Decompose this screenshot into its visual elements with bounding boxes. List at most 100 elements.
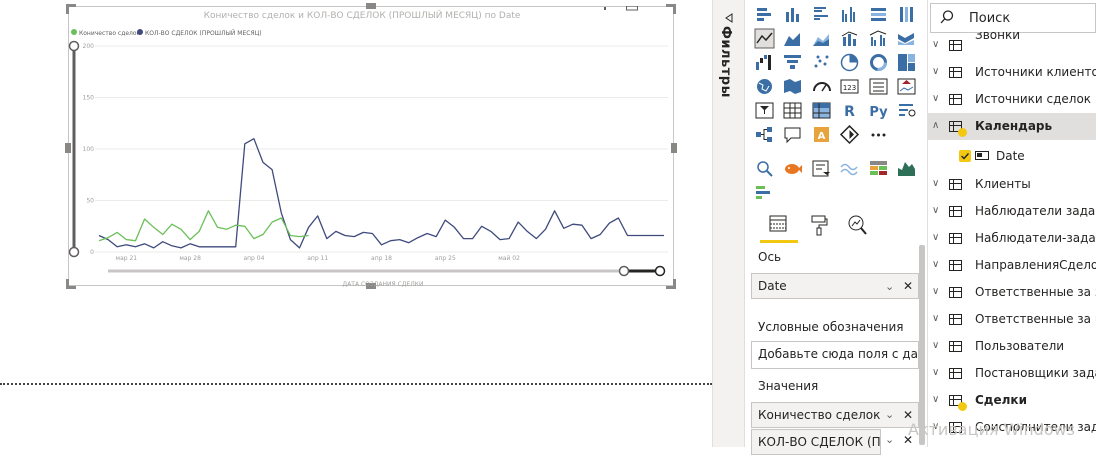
- axis-field-label: Date: [758, 279, 787, 293]
- area-chart-icon[interactable]: [782, 27, 804, 49]
- field-table-row[interactable]: ∨ Источники сделок: [928, 86, 1096, 113]
- chevron-down-icon[interactable]: ∨: [932, 340, 939, 351]
- field-table-row[interactable]: ∨ Звонки: [928, 32, 1096, 59]
- field-table-row[interactable]: ∨ Источники клиентов: [928, 59, 1096, 86]
- table-icon: [949, 341, 962, 352]
- table-icon: [949, 206, 962, 217]
- smart-narrative-icon[interactable]: A: [810, 123, 832, 145]
- viz-pane-scrollbar[interactable]: [919, 245, 925, 445]
- chevron-down-icon[interactable]: ∨: [932, 394, 939, 405]
- fields-grid-icon[interactable]: [767, 214, 789, 234]
- field-table-row[interactable]: ∨ НаправленияСделок: [928, 252, 1096, 279]
- y-zoom-handle-top[interactable]: [68, 40, 80, 52]
- filters-label[interactable]: Фильтры: [718, 26, 733, 98]
- legend-drop-zone[interactable]: Добавьте сюда поля с дан...: [751, 341, 919, 369]
- gauge-icon[interactable]: [810, 75, 832, 97]
- text-filter-icon[interactable]: [810, 157, 832, 179]
- x-zoom-handle-left[interactable]: [618, 265, 630, 277]
- chevron-up-icon[interactable]: ∧: [932, 120, 939, 131]
- python-visual-icon[interactable]: Py: [867, 99, 889, 121]
- field-label: Пользователи: [975, 339, 1065, 353]
- waterfall-chart-icon[interactable]: [753, 51, 775, 73]
- x-zoom-handle-right[interactable]: [654, 265, 666, 277]
- area-dark-icon[interactable]: [896, 157, 918, 179]
- magnifier-chart-icon[interactable]: [846, 214, 868, 236]
- chevron-down-icon[interactable]: ⌄: [885, 280, 894, 293]
- field-table-row[interactable]: ∨ Сделки: [928, 387, 1096, 414]
- r-visual-icon[interactable]: R: [839, 99, 861, 121]
- report-canvas[interactable]: Коничество сделок и КОЛ-ВО СДЕЛОК (ПРОШЛ…: [0, 0, 712, 447]
- field-table-row[interactable]: ∨ Ответственные за кли: [928, 306, 1096, 333]
- chevron-down-icon[interactable]: ∨: [932, 313, 939, 324]
- values-field-chip-2[interactable]: КОЛ-ВО СДЕЛОК (ПРО: [751, 429, 881, 455]
- field-table-row[interactable]: ∨ Наблюдатели-задачи: [928, 225, 1096, 252]
- filled-map-icon[interactable]: [782, 75, 804, 97]
- field-table-row[interactable]: ∨ Клиенты: [928, 171, 1096, 198]
- clustered-bar-icon[interactable]: [810, 3, 832, 25]
- treemap-icon[interactable]: [896, 51, 918, 73]
- key-influencers-icon[interactable]: [896, 99, 918, 121]
- power-apps-icon[interactable]: [839, 123, 861, 145]
- y-zoom-handle-bottom[interactable]: [68, 246, 80, 258]
- line-clustered-icon[interactable]: [867, 27, 889, 49]
- chevron-down-icon[interactable]: ∨: [932, 178, 939, 189]
- x-zoom-slider[interactable]: [108, 265, 666, 277]
- wave-visual-icon[interactable]: [839, 157, 861, 179]
- percent-column-icon[interactable]: [896, 3, 918, 25]
- qa-icon[interactable]: [782, 123, 804, 145]
- table-heatmap-icon[interactable]: [867, 157, 889, 179]
- ribbon-chart-icon[interactable]: [896, 27, 918, 49]
- fish-visual-icon[interactable]: [782, 157, 804, 179]
- field-table-row[interactable]: ∨ Постановщики задач: [928, 360, 1096, 387]
- search-input[interactable]: Поиск: [930, 3, 1096, 33]
- x-axis-ticks: мар 21 мар 28 апр 04 апр 11 апр 18 апр 25 май …: [116, 255, 521, 262]
- chevron-down-icon[interactable]: ∨: [932, 66, 939, 77]
- chevron-down-icon[interactable]: ⌄: [885, 408, 894, 421]
- slicer-icon[interactable]: [753, 99, 775, 121]
- chevron-down-icon[interactable]: ∨: [932, 286, 939, 297]
- chevron-down-icon[interactable]: ∨: [932, 367, 939, 378]
- multi-row-card-icon[interactable]: [867, 75, 889, 97]
- field-table-row[interactable]: ∨ Наблюдатели задач: [928, 198, 1096, 225]
- scatter-chart-icon[interactable]: [810, 51, 832, 73]
- stacked-bar-icon[interactable]: [753, 3, 775, 25]
- chevron-down-icon[interactable]: ∨: [932, 259, 939, 270]
- chevron-down-icon[interactable]: ∨: [932, 39, 939, 50]
- matrix-icon[interactable]: [810, 99, 832, 121]
- x-tick-label: мар 21: [116, 255, 138, 262]
- field-table-row[interactable]: ∧ Календарь: [928, 113, 1096, 140]
- line-column-icon[interactable]: [839, 27, 861, 49]
- chevron-down-icon[interactable]: ∨: [932, 93, 939, 104]
- pie-chart-icon[interactable]: [839, 51, 861, 73]
- y-zoom-slider[interactable]: [68, 40, 80, 258]
- kpi-icon[interactable]: [896, 75, 918, 97]
- field-label: Ответственные за зада: [975, 285, 1096, 299]
- field-column-row[interactable]: Date: [928, 143, 1096, 170]
- line-chart-icon[interactable]: [753, 27, 775, 49]
- paint-roller-icon[interactable]: [808, 214, 830, 236]
- remove-field-icon[interactable]: ✕: [903, 279, 913, 293]
- chevron-down-icon[interactable]: ∨: [932, 232, 939, 243]
- stacked-area-icon[interactable]: [810, 27, 832, 49]
- funnel-chart-icon[interactable]: [782, 51, 804, 73]
- more-visuals-icon[interactable]: [867, 123, 889, 145]
- stacked-column-icon[interactable]: [782, 3, 804, 25]
- bullet-chart-icon[interactable]: [753, 181, 775, 203]
- triangle-left-icon[interactable]: [724, 12, 734, 23]
- chevron-down-icon[interactable]: ⌄: [885, 433, 894, 446]
- field-label: НаправленияСделок: [975, 258, 1096, 272]
- y-tick-label: 100: [83, 146, 95, 153]
- table-icon: [949, 179, 962, 190]
- chevron-down-icon[interactable]: ∨: [932, 205, 939, 216]
- clustered-column-icon[interactable]: [839, 3, 861, 25]
- donut-chart-icon[interactable]: [867, 51, 889, 73]
- field-table-row[interactable]: ∨ Ответственные за зада: [928, 279, 1096, 306]
- table-visual-icon[interactable]: [782, 99, 804, 121]
- decomposition-tree-icon[interactable]: [753, 123, 775, 145]
- percent-bar-icon[interactable]: [867, 3, 889, 25]
- field-table-row[interactable]: ∨ Пользователи: [928, 333, 1096, 360]
- card-icon[interactable]: 123: [839, 75, 861, 97]
- map-icon[interactable]: [753, 75, 775, 97]
- field-checkbox[interactable]: [959, 150, 971, 162]
- search-visual-icon[interactable]: [753, 157, 775, 179]
